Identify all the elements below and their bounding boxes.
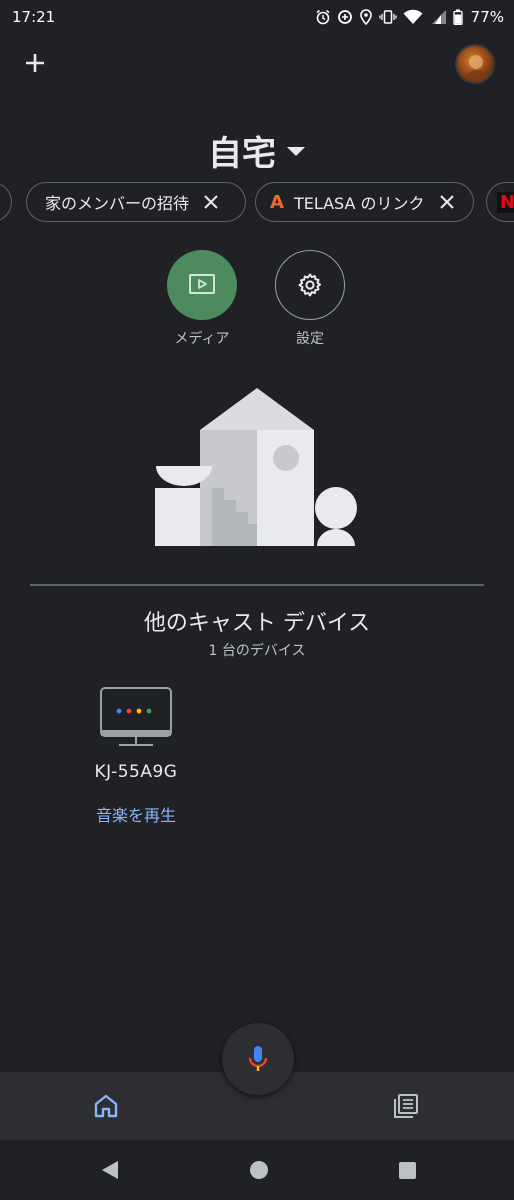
play-music-link[interactable]: 音楽を再生 [96,802,176,826]
device-count: 1 台のデバイス [208,643,306,659]
settings-button[interactable]: 設定 [270,250,350,348]
add-button[interactable] [20,48,50,78]
back-icon[interactable] [100,1160,120,1180]
location-icon [359,9,372,25]
close-icon[interactable] [439,194,455,210]
home-selector[interactable]: 自宅 [0,126,514,175]
system-nav-bar [0,1140,514,1200]
chip-label: 家のメンバーの招待 [45,194,190,213]
dropdown-arrow-icon [287,146,305,156]
voice-assistant-button[interactable] [222,1023,294,1095]
telasa-logo-icon: A [270,191,284,213]
media-button[interactable]: メディア [162,250,242,348]
vibrate-icon [379,10,397,24]
microphone-icon [248,1046,268,1071]
feed-icon [394,1094,418,1118]
svg-text:+: + [415,20,420,25]
section-title: 他のキャスト デバイス [143,611,371,636]
close-icon[interactable] [203,194,219,210]
home-name: 自宅 [208,134,276,174]
home-button-icon[interactable] [250,1161,268,1179]
home-icon [94,1094,118,1118]
wifi-icon: + [403,9,423,25]
nav-home-tab[interactable] [92,1092,120,1120]
chip-telasa-link[interactable]: A TELASA のリンク [255,182,474,222]
divider [30,584,484,586]
chip-netflix[interactable]: N [486,182,514,222]
recents-icon[interactable] [399,1162,416,1179]
battery-percent: 77% [470,8,504,26]
settings-label: 設定 [296,331,324,347]
home-illustration [155,388,357,546]
signal-icon [431,10,446,24]
media-label: メディア [174,331,230,347]
nav-feed-tab[interactable] [392,1092,420,1120]
data-saver-icon [337,10,352,24]
media-icon [189,274,215,294]
status-icons: + 77% [315,8,504,26]
device-card[interactable]: KJ-55A9G 音楽を再生 [80,686,192,826]
chip-invite-members[interactable]: 家のメンバーの招待 [26,182,246,222]
alarm-icon [316,9,330,25]
device-name: KJ-55A9G [94,762,178,782]
battery-icon [453,9,463,25]
chip-row: 家のメンバーの招待 A TELASA のリンク N [0,182,514,222]
chip-partial-left[interactable] [0,182,12,222]
gear-icon [298,273,322,297]
netflix-logo-icon: N [497,191,514,213]
plus-icon [26,54,44,72]
media-circle[interactable] [167,250,237,320]
settings-circle[interactable] [275,250,345,320]
status-bar: 17:21 + 77% [0,0,514,34]
avatar-image [466,55,488,82]
status-time: 17:21 [12,8,56,26]
chip-label: TELASA のリンク [293,194,425,213]
tv-icon [100,687,172,746]
account-avatar[interactable] [455,44,495,84]
